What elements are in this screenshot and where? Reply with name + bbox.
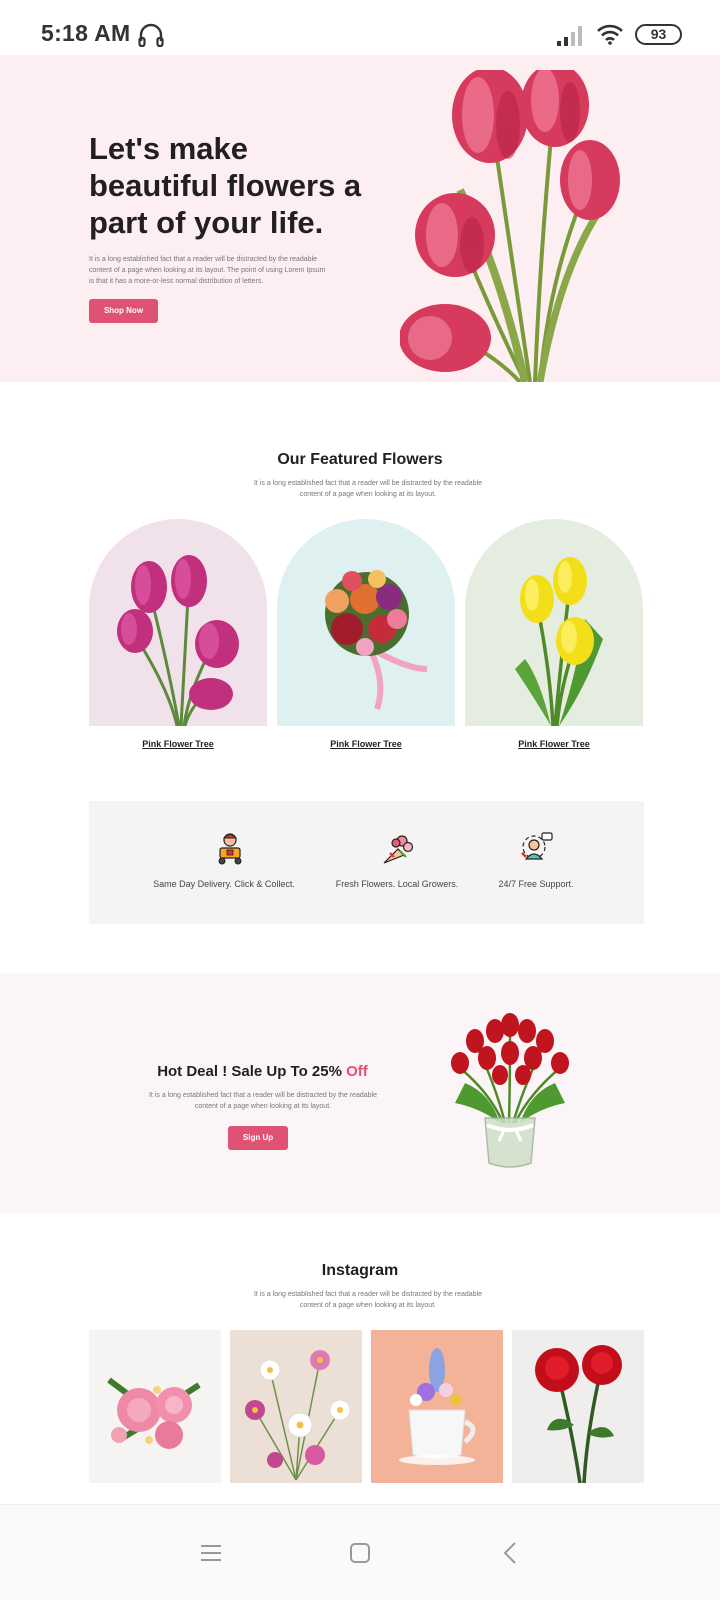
mixed-bouquet-image bbox=[277, 519, 455, 726]
headphone-icon bbox=[138, 23, 164, 47]
sign-up-button[interactable]: Sign Up bbox=[228, 1126, 288, 1150]
featured-subtitle: It is a long established fact that a rea… bbox=[253, 480, 483, 498]
instagram-image-3[interactable] bbox=[371, 1330, 503, 1483]
instagram-image-2[interactable] bbox=[230, 1330, 362, 1483]
featured-label-2[interactable]: Pink Flower Tree bbox=[277, 739, 455, 749]
feature-label-delivery: Same Day Delivery. Click & Collect. bbox=[153, 879, 295, 889]
status-bar: 5:18 AM 93 bbox=[0, 0, 720, 55]
deal-title: Hot Deal ! Sale Up To 25% Off bbox=[140, 1063, 385, 1080]
instagram-image-1[interactable] bbox=[89, 1330, 221, 1483]
featured-card-yellow[interactable] bbox=[465, 519, 643, 726]
cosmos-flowers-image bbox=[230, 1330, 362, 1483]
tulip-vase-image bbox=[451, 1013, 569, 1168]
home-icon[interactable] bbox=[347, 1540, 373, 1566]
support-icon bbox=[521, 832, 553, 860]
features-strip: Same Day Delivery. Click & Collect. Fres… bbox=[89, 801, 644, 924]
hero-banner: Let's make beautiful flowers a part of y… bbox=[0, 55, 720, 382]
tulip-bouquet-image bbox=[400, 70, 620, 382]
hero-title: Let's make beautiful flowers a part of y… bbox=[89, 131, 362, 240]
featured-card-pink[interactable] bbox=[89, 519, 267, 726]
deal-title-main: Hot Deal ! Sale Up To 25% bbox=[157, 1063, 347, 1080]
featured-label-1[interactable]: Pink Flower Tree bbox=[89, 739, 267, 749]
pink-roses-image bbox=[89, 1330, 221, 1483]
signal-icon bbox=[557, 26, 582, 46]
instagram-image-4[interactable] bbox=[512, 1330, 644, 1483]
pink-tulips-image bbox=[89, 519, 267, 726]
featured-card-bouquet[interactable] bbox=[277, 519, 455, 726]
shop-now-button[interactable]: Shop Now bbox=[89, 299, 158, 323]
featured-title: Our Featured Flowers bbox=[277, 451, 443, 468]
battery-icon: 93 bbox=[635, 24, 682, 45]
wifi-icon bbox=[597, 24, 623, 45]
menu-icon[interactable] bbox=[198, 1540, 224, 1566]
yellow-tulips-image bbox=[465, 519, 643, 726]
deal-subtitle: It is a long established fact that a rea… bbox=[148, 1092, 378, 1110]
feature-label-support: 24/7 Free Support. bbox=[498, 879, 574, 889]
instagram-subtitle: It is a long established fact that a rea… bbox=[253, 1291, 483, 1309]
flower-cup-image bbox=[371, 1330, 503, 1483]
featured-label-3[interactable]: Pink Flower Tree bbox=[465, 739, 643, 749]
bouquet-icon bbox=[383, 835, 414, 864]
status-time: 5:18 AM bbox=[41, 20, 131, 46]
hero-text: It is a long established fact that a rea… bbox=[89, 256, 326, 285]
red-roses-image bbox=[512, 1330, 644, 1483]
hot-deal-section: Hot Deal ! Sale Up To 25% Off It is a lo… bbox=[0, 973, 720, 1213]
system-nav-bar bbox=[0, 1504, 720, 1600]
instagram-title: Instagram bbox=[321, 1262, 399, 1279]
deal-title-accent: Off bbox=[346, 1063, 368, 1080]
delivery-icon bbox=[218, 833, 242, 865]
back-icon[interactable] bbox=[498, 1540, 524, 1566]
feature-label-fresh: Fresh Flowers. Local Growers. bbox=[335, 879, 459, 889]
